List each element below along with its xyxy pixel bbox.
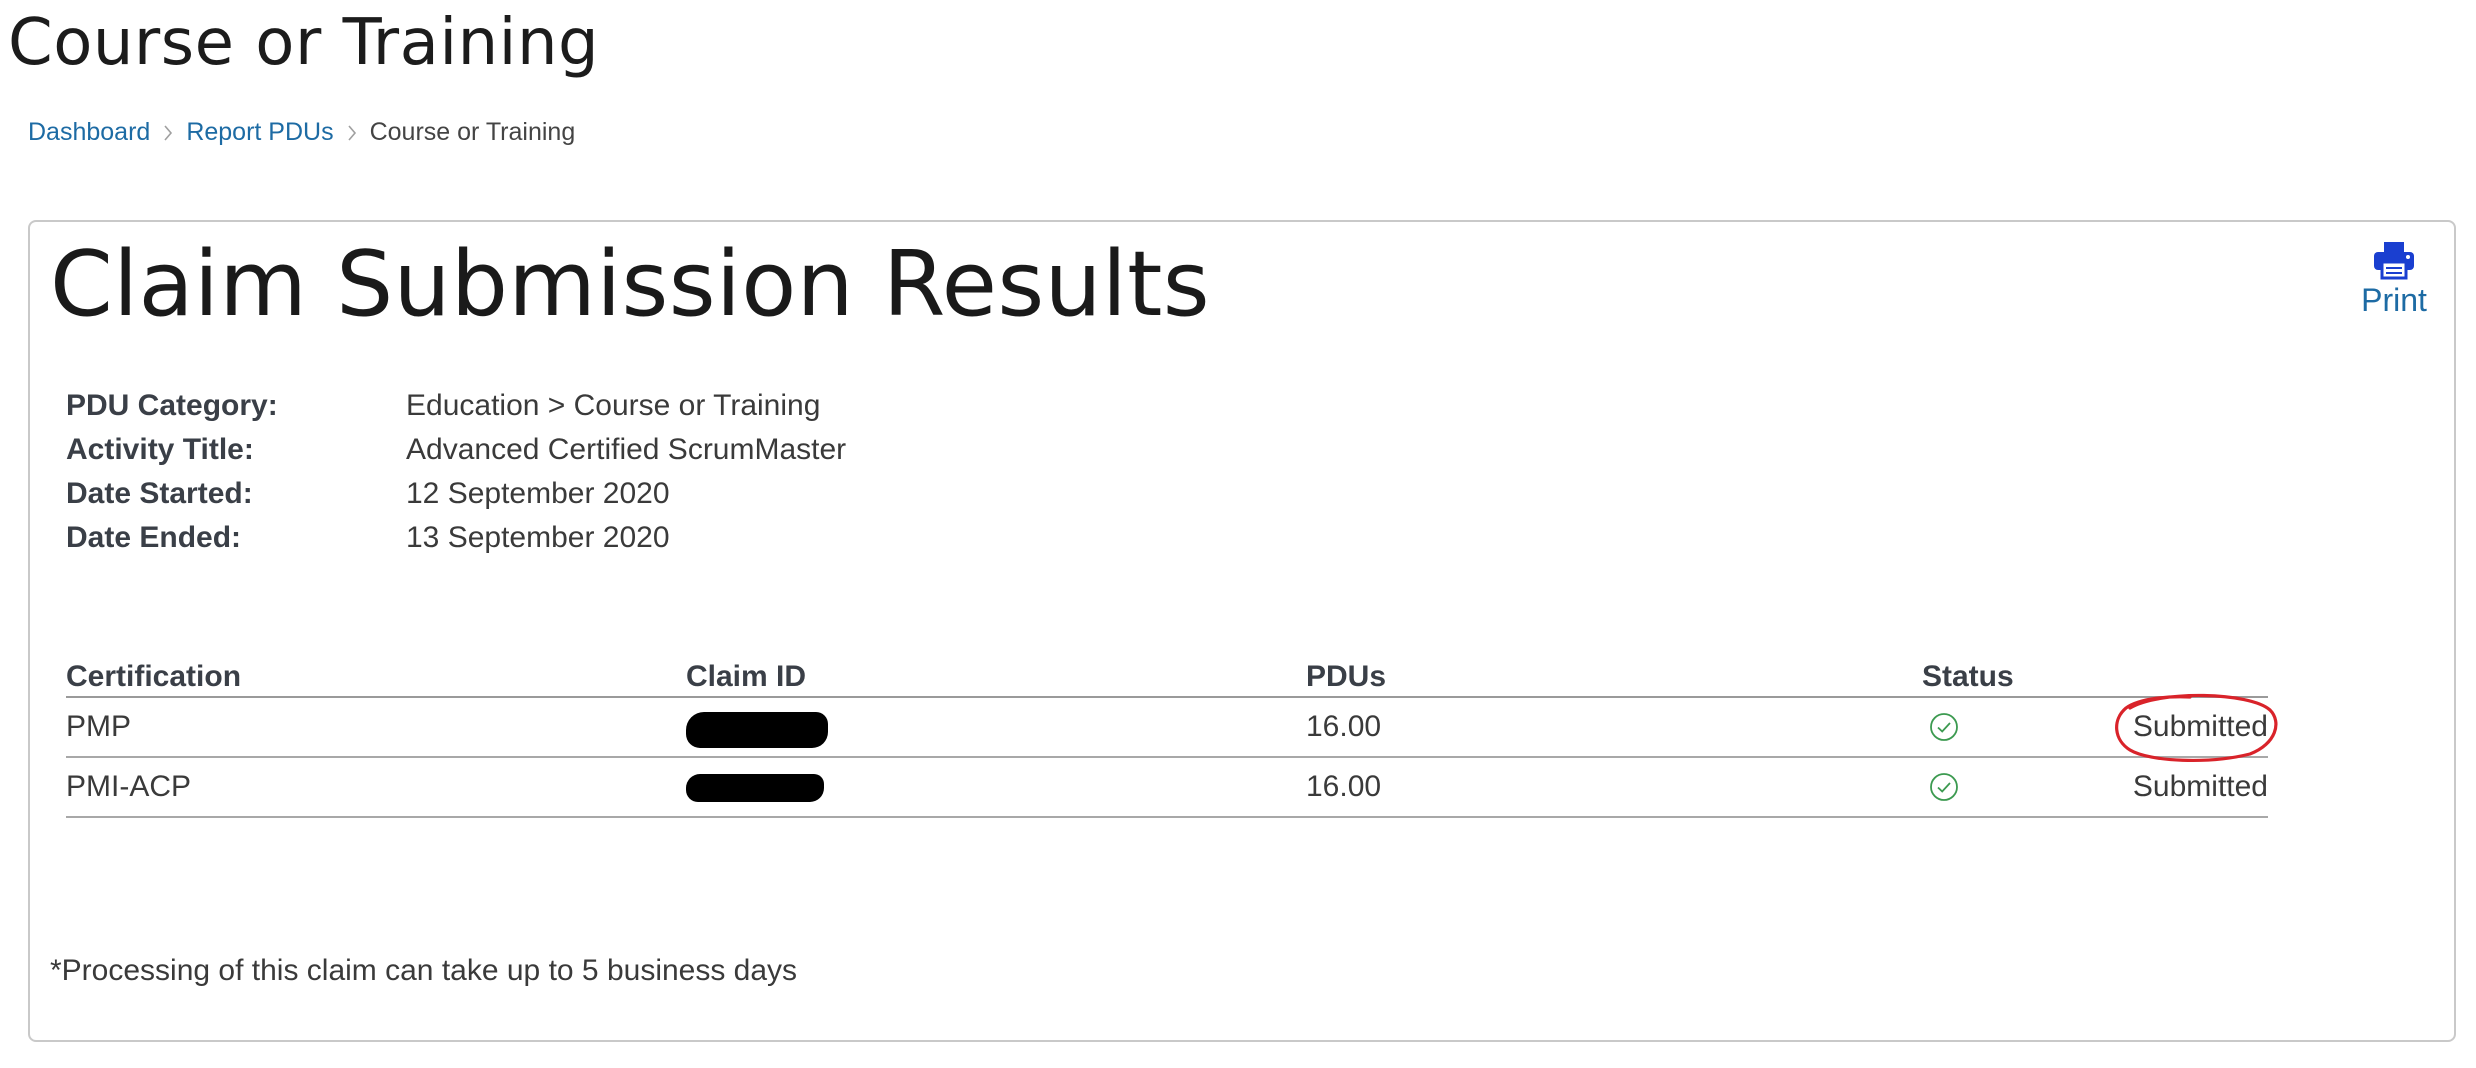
breadcrumb: Dashboard Report PDUs Course or Training [28, 116, 575, 148]
pdus-cell: 16.00 [1306, 770, 1382, 803]
column-header-certification: Certification [66, 660, 242, 693]
column-header-status: Status [1922, 660, 2014, 693]
status-cell: Submitted [2115, 693, 2278, 762]
column-header-claim-id: Claim ID [686, 660, 807, 693]
pdus-cell: 16.00 [1306, 710, 1382, 743]
detail-row-category: PDU Category: Education > Course or Trai… [66, 384, 846, 428]
certification-cell: PMI-ACP [66, 770, 192, 803]
redaction-mark [686, 712, 828, 748]
detail-label: Date Started: [66, 477, 253, 510]
detail-value: Education > Course or Training [406, 389, 821, 422]
column-header-pdus: PDUs [1306, 660, 1387, 693]
table-row: PMI-ACP 16.00 Submitted [66, 758, 2268, 818]
printer-icon [2374, 242, 2414, 280]
print-button[interactable]: Print [2354, 240, 2434, 319]
claim-id-cell [686, 758, 1306, 816]
print-label[interactable]: Print [2361, 282, 2427, 319]
detail-value: 12 September 2020 [406, 477, 670, 510]
card-title: Claim Submission Results [50, 232, 1210, 337]
detail-value: Advanced Certified ScrumMaster [406, 433, 847, 466]
status-icon-cell [1922, 771, 2118, 803]
status-cell: Submitted [2132, 770, 2268, 803]
claim-id-cell [686, 698, 1306, 756]
detail-label: Date Ended: [66, 521, 242, 554]
detail-value: 13 September 2020 [406, 521, 670, 554]
detail-row-date-ended: Date Ended: 13 September 2020 [66, 516, 846, 560]
breadcrumb-dashboard-link[interactable]: Dashboard [28, 118, 150, 147]
chevron-right-icon [150, 118, 186, 147]
claims-table: Certification Claim ID PDUs Status PMP 1… [66, 660, 2278, 818]
page-title: Course or Training [8, 6, 600, 80]
redaction-mark [686, 774, 824, 802]
detail-label: Activity Title: [66, 433, 254, 466]
claim-details: PDU Category: Education > Course or Trai… [66, 384, 846, 560]
table-header: Certification Claim ID PDUs Status [66, 660, 2268, 698]
annotation-circle [2115, 693, 2278, 762]
claim-results-card: Claim Submission Results Print PDU Categ… [28, 220, 2456, 1042]
detail-row-activity-title: Activity Title: Advanced Certified Scrum… [66, 428, 846, 472]
breadcrumb-current: Course or Training [369, 117, 576, 146]
table-row: PMP 16.00 Submitted [66, 693, 2278, 762]
detail-label: PDU Category: [66, 389, 278, 422]
certification-cell: PMP [66, 710, 132, 743]
processing-footnote: *Processing of this claim can take up to… [50, 954, 798, 987]
breadcrumb-report-pdus-link[interactable]: Report PDUs [186, 118, 333, 147]
status-icon-cell [1922, 711, 2118, 743]
check-circle-icon [1930, 773, 1958, 801]
chevron-right-icon [334, 118, 370, 147]
check-circle-icon [1930, 713, 1958, 741]
detail-row-date-started: Date Started: 12 September 2020 [66, 472, 846, 516]
